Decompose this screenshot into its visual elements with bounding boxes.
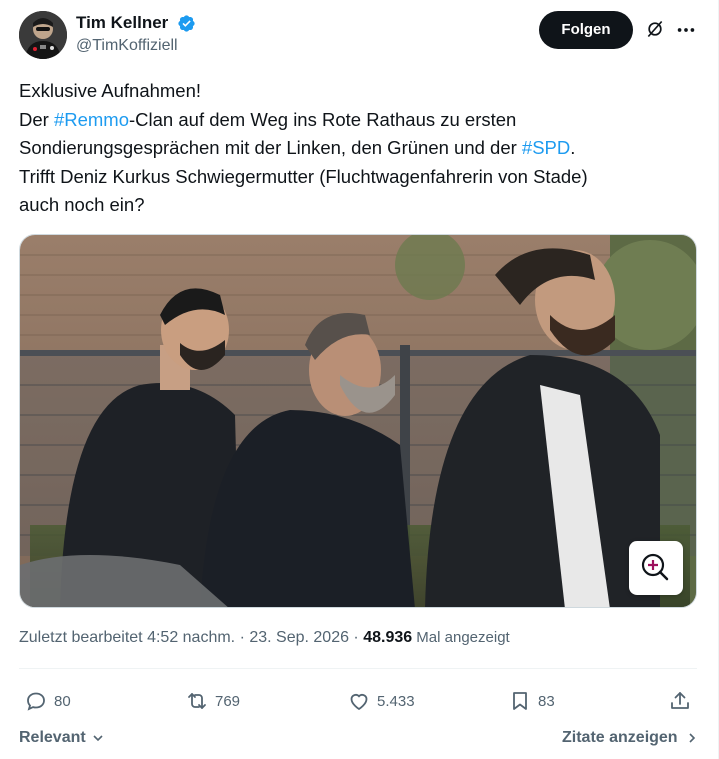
grok-icon[interactable]	[645, 19, 665, 39]
chevron-right-icon	[689, 733, 696, 743]
author-handle[interactable]: @TimKoffiziell	[76, 37, 178, 55]
tweet-meta: Zuletzt bearbeitet 4:52 nachm. · 23. Sep…	[19, 629, 510, 647]
tweet-photo[interactable]	[19, 234, 697, 608]
zoom-button[interactable]	[629, 541, 683, 595]
reply-button[interactable]: 80	[24, 688, 71, 714]
divider	[19, 668, 697, 669]
tweet-line-2: Der #Remmo-Clan auf dem Weg ins Rote Rat…	[19, 106, 699, 135]
hashtag-remmo[interactable]: #Remmo	[54, 109, 129, 130]
more-icon[interactable]	[675, 19, 697, 41]
chevron-down-icon	[93, 735, 103, 741]
repost-button[interactable]: 769	[185, 688, 240, 714]
views-label: Mal angezeigt	[412, 629, 510, 646]
bookmark-button[interactable]: 83	[508, 688, 555, 714]
avatar[interactable]	[19, 11, 67, 59]
tweet-text-segment: Sondierungsgesprächen mit der Linken, de…	[19, 137, 522, 159]
tweet-line-3: Sondierungsgesprächen mit der Linken, de…	[19, 134, 699, 163]
like-icon	[350, 693, 368, 711]
bookmark-icon	[513, 692, 527, 710]
tweet-line-5: auch noch ein?	[19, 194, 145, 216]
tweet-header: Tim Kellner @TimKoffiziell Folgen	[19, 10, 701, 60]
tweet-line-1: Exklusive Aufnahmen!	[19, 80, 202, 101]
repost-icon	[188, 693, 206, 709]
edited-timestamp[interactable]: Zuletzt bearbeitet 4:52 nachm. · 23. Sep…	[19, 629, 363, 646]
sort-label: Relevant	[19, 729, 86, 746]
reply-icon	[27, 692, 45, 711]
tweet-line-4: Trifft Deniz Kurkus Schwiegermutter (Flu…	[19, 165, 588, 187]
bookmark-count: 83	[538, 692, 555, 710]
sort-replies-dropdown[interactable]: Relevant	[19, 729, 104, 747]
tweet-text-segment: Der	[19, 108, 54, 130]
views-count[interactable]: 48.936	[363, 629, 412, 646]
verified-badge-icon[interactable]	[177, 14, 196, 33]
reply-count: 80	[54, 692, 71, 710]
quotes-label: Zitate anzeigen	[562, 729, 678, 746]
tweet-text: Exklusive Aufnahmen! Der #Remmo-Clan auf…	[19, 77, 699, 220]
like-count: 5.433	[377, 692, 415, 710]
follow-button[interactable]: Folgen	[539, 11, 633, 49]
tweet-text-segment: .	[570, 137, 576, 159]
like-button[interactable]: 5.433	[347, 688, 415, 714]
hashtag-spd[interactable]: #SPD	[522, 137, 570, 158]
author-name[interactable]: Tim Kellner	[76, 13, 168, 33]
zoom-icon	[641, 553, 669, 581]
view-quotes-link[interactable]: Zitate anzeigen	[562, 729, 698, 747]
share-button[interactable]	[668, 688, 698, 714]
tweet-text-segment: -Clan auf dem Weg ins Rote Rathaus zu er…	[129, 108, 517, 130]
repost-count: 769	[215, 692, 241, 710]
share-icon	[671, 692, 689, 709]
